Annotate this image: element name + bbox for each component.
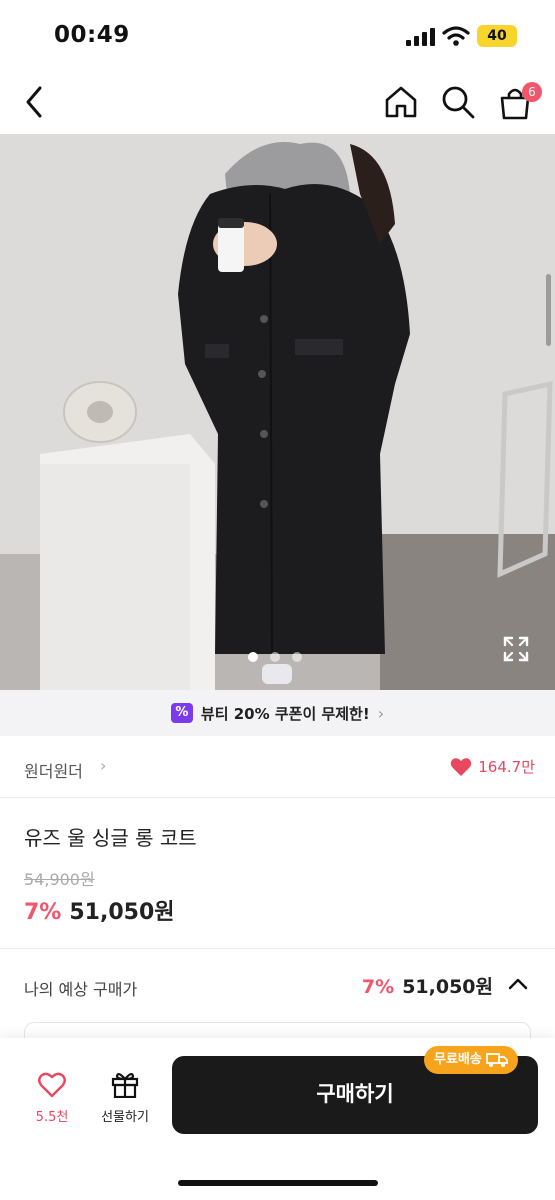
original-price: 54,900원 [24, 870, 95, 889]
likes-count: 164.7만 [478, 758, 535, 776]
gallery-dot-3[interactable] [292, 652, 302, 662]
brand-row: 원더원더 › 164.7만 [0, 740, 555, 796]
divider [0, 948, 555, 949]
expected-price-label: 나의 예상 구매가 [24, 980, 138, 999]
expected-price-value: 7% 51,050원 [362, 972, 493, 999]
product-photo [0, 134, 555, 690]
gift-icon [111, 1072, 139, 1099]
gallery-pagination [248, 652, 302, 662]
free-shipping-label: 무료배송 [434, 1052, 482, 1067]
gallery-dot-1[interactable] [248, 652, 258, 662]
discount-rate: 7% [24, 900, 62, 925]
brand-likes[interactable]: 164.7만 [450, 756, 535, 777]
status-bar: 00:49 40 [0, 0, 555, 70]
free-shipping-badge: 무료배송 [424, 1046, 518, 1074]
battery-level: 40 [487, 28, 507, 44]
divider [0, 797, 555, 798]
gallery-dot-2[interactable] [270, 652, 280, 662]
heart-icon [38, 1072, 66, 1098]
gift-button[interactable]: 선물하기 [92, 1070, 158, 1128]
chevron-right-icon: › [377, 703, 385, 723]
expand-icon[interactable] [503, 636, 529, 662]
like-button[interactable]: 5.5천 [22, 1072, 82, 1128]
signal-icon [406, 28, 435, 46]
back-icon[interactable] [20, 84, 50, 120]
heart-icon [451, 757, 472, 776]
sale-price: 51,050원 [69, 900, 175, 925]
expected-price-row[interactable]: 나의 예상 구매가 7% 51,050원 [0, 952, 555, 1018]
coupon-text: 뷰티 20% 쿠폰이 무제한! [200, 704, 370, 723]
gift-label: 선물하기 [101, 1110, 149, 1125]
price-row: 7% 51,050원 [24, 894, 175, 926]
home-indicator [178, 1180, 378, 1186]
wifi-icon [442, 26, 470, 46]
scroll-indicator [546, 274, 551, 346]
home-icon[interactable] [383, 84, 419, 120]
coupon-banner[interactable]: % 뷰티 20% 쿠폰이 무제한! › [0, 690, 555, 736]
search-icon[interactable] [440, 84, 476, 120]
product-title: 유즈 울 싱글 롱 코트 [24, 826, 197, 850]
product-image[interactable] [0, 134, 555, 690]
bottom-action-bar: 5.5천 선물하기 구매하기 무료배송 [0, 1038, 555, 1200]
cart-count-badge: 6 [522, 82, 542, 102]
truck-icon [485, 1053, 508, 1067]
expected-discount: 7% [361, 976, 395, 998]
brand-name[interactable]: 원더원더 [24, 758, 83, 782]
status-time: 00:49 [54, 22, 130, 48]
chevron-up-icon[interactable] [507, 976, 529, 992]
top-nav: 6 [0, 70, 555, 134]
battery-indicator: 40 [477, 25, 517, 47]
chevron-right-icon[interactable]: › [100, 756, 106, 775]
like-count: 5.5천 [35, 1110, 69, 1125]
coupon-icon: % [170, 703, 193, 723]
expected-price: 51,050원 [402, 976, 493, 998]
